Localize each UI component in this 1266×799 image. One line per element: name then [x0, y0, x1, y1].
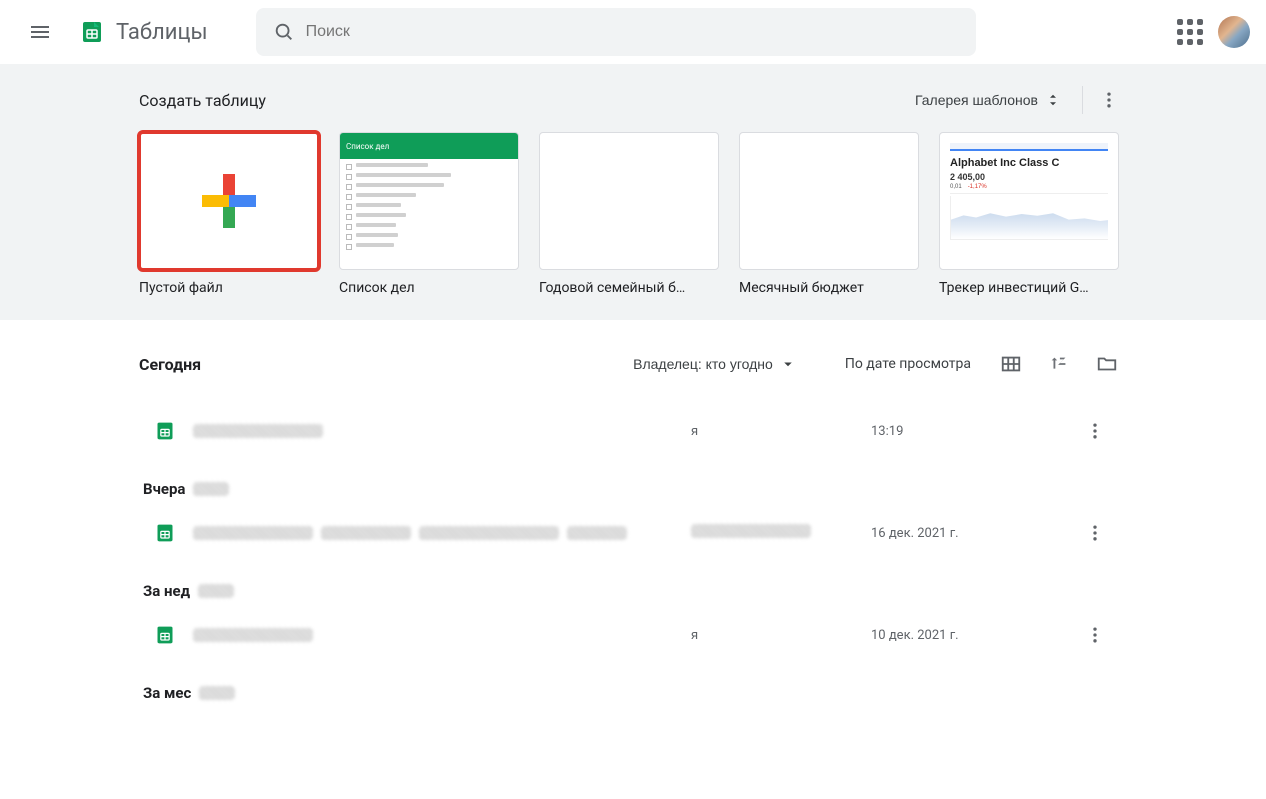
template-thumb — [739, 132, 919, 270]
file-name — [193, 526, 691, 540]
time-group-title: Сегодня — [139, 355, 201, 374]
sheets-logo-icon — [72, 12, 112, 52]
template-card[interactable]: Годовой семейный б… — [539, 132, 719, 296]
more-vert-icon — [1085, 625, 1105, 645]
files-section: Сегодня Владелец: кто угодно По дате про… — [0, 320, 1266, 748]
app-header: Таблицы — [0, 0, 1266, 64]
time-group-title: За нед — [143, 582, 1127, 600]
template-label: Месячный бюджет — [739, 280, 919, 296]
google-apps-button[interactable] — [1166, 8, 1214, 56]
sort-label: По дате просмотра — [833, 356, 983, 372]
template-card[interactable]: Пустой файл — [139, 132, 319, 296]
templates-section: Создать таблицу Галерея шаблонов Пустой … — [0, 64, 1266, 320]
more-vert-icon — [1099, 90, 1119, 110]
template-gallery-button[interactable]: Галерея шаблонов — [903, 82, 1074, 118]
dropdown-icon — [779, 355, 797, 373]
file-date: 16 дек. 2021 г. — [871, 526, 1071, 541]
file-name — [193, 628, 691, 642]
open-file-picker-button[interactable] — [1087, 344, 1127, 384]
file-date: 10 дек. 2021 г. — [871, 628, 1071, 643]
file-more-button[interactable] — [1077, 413, 1113, 449]
search-wrap — [256, 8, 1158, 56]
plus-icon — [202, 174, 256, 228]
template-preview-icon: Список дел — [340, 133, 518, 269]
time-group-title: За мес — [143, 684, 1127, 702]
sheets-file-icon — [147, 421, 183, 441]
app-title: Таблицы — [116, 20, 208, 45]
template-label: Трекер инвестиций G… — [939, 280, 1119, 296]
template-gallery-label: Галерея шаблонов — [915, 92, 1038, 108]
sheets-file-icon — [147, 625, 183, 645]
sheets-file-icon — [147, 523, 183, 543]
owner-filter-button[interactable]: Владелец: кто угодно — [625, 346, 825, 382]
more-vert-icon — [1085, 523, 1105, 543]
sort-az-icon — [1048, 353, 1070, 375]
search-input[interactable] — [304, 22, 968, 42]
template-card[interactable]: Список дел Список дел — [339, 132, 519, 296]
file-owner: я — [691, 628, 871, 643]
file-name — [193, 424, 691, 438]
search-box[interactable] — [256, 8, 976, 56]
template-preview-icon: Alphabet Inc Class C2 405,000,01-1,17% — [940, 133, 1118, 269]
time-group-title: Вчера — [143, 480, 1127, 498]
file-row[interactable]: я10 дек. 2021 г. — [139, 606, 1127, 664]
grid-view-icon — [1000, 353, 1022, 375]
separator — [1082, 86, 1083, 114]
folder-icon — [1096, 353, 1118, 375]
template-thumb: Alphabet Inc Class C2 405,000,01-1,17% — [939, 132, 1119, 270]
file-owner: я — [691, 424, 871, 439]
template-thumb — [139, 132, 319, 270]
more-vert-icon — [1085, 421, 1105, 441]
file-row[interactable]: 16 дек. 2021 г. — [139, 504, 1127, 562]
file-row[interactable]: я13:19 — [139, 402, 1127, 460]
hamburger-icon — [28, 20, 52, 44]
main-menu-button[interactable] — [16, 8, 64, 56]
file-more-button[interactable] — [1077, 617, 1113, 653]
file-more-button[interactable] — [1077, 515, 1113, 551]
search-button[interactable] — [264, 12, 304, 52]
apps-grid-icon — [1177, 19, 1203, 45]
account-avatar[interactable] — [1218, 16, 1250, 48]
sort-options-button[interactable] — [1039, 344, 1079, 384]
grid-view-button[interactable] — [991, 344, 1031, 384]
template-thumb — [539, 132, 719, 270]
template-card[interactable]: Alphabet Inc Class C2 405,000,01-1,17% Тр… — [939, 132, 1119, 296]
template-label: Список дел — [339, 280, 519, 296]
template-card[interactable]: Месячный бюджет — [739, 132, 919, 296]
files-toolbar: Сегодня Владелец: кто угодно По дате про… — [139, 340, 1127, 388]
unfold-icon — [1044, 91, 1062, 109]
file-owner — [691, 524, 871, 542]
search-icon — [273, 21, 295, 43]
owner-filter-label: Владелец: кто угодно — [633, 356, 773, 372]
file-date: 13:19 — [871, 424, 1071, 439]
templates-section-title: Создать таблицу — [139, 91, 266, 110]
template-label: Годовой семейный б… — [539, 280, 719, 296]
template-label: Пустой файл — [139, 280, 319, 296]
template-thumb: Список дел — [339, 132, 519, 270]
templates-more-button[interactable] — [1091, 82, 1127, 118]
